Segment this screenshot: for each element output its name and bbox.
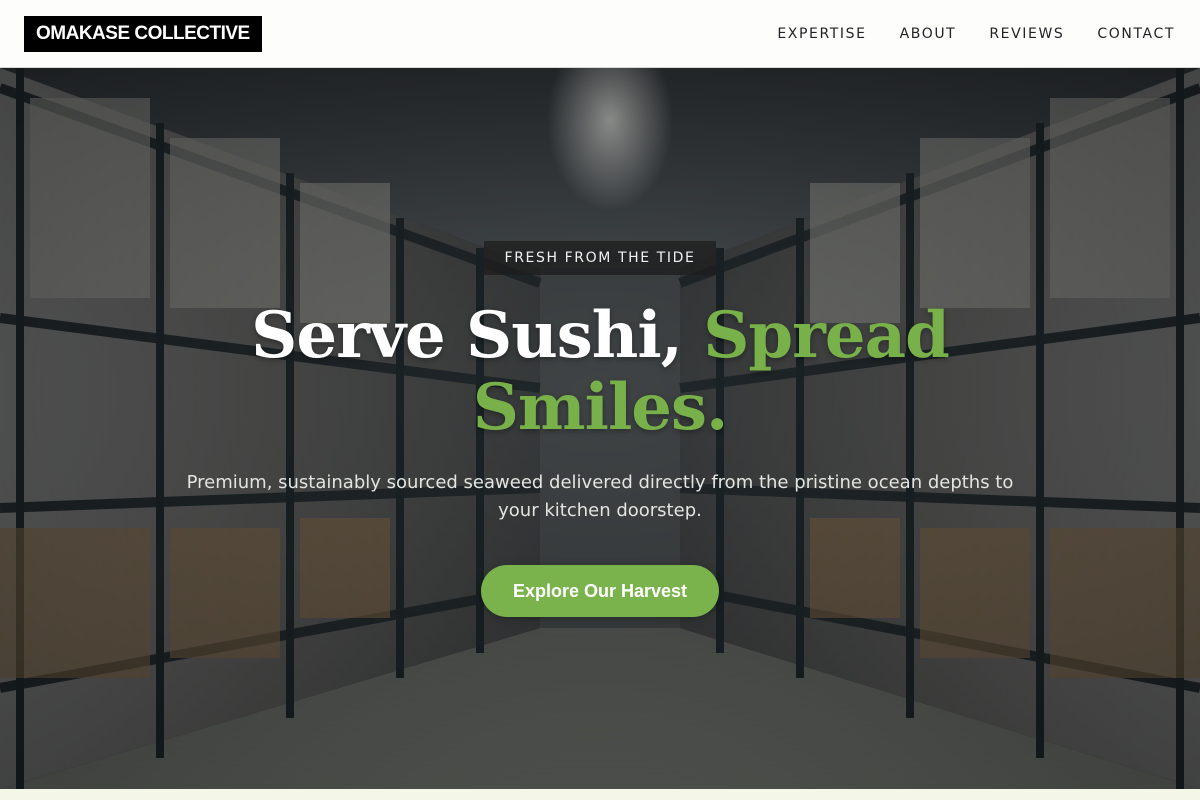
explore-harvest-button[interactable]: Explore Our Harvest (481, 565, 719, 617)
headline-main-text: Serve Sushi, (251, 298, 704, 373)
nav-link-about[interactable]: ABOUT (900, 26, 957, 42)
site-header: OMAKASE COLLECTIVE EXPERTISE ABOUT REVIE… (0, 0, 1200, 68)
nav-link-expertise[interactable]: EXPERTISE (777, 26, 866, 42)
nav-link-reviews[interactable]: REVIEWS (989, 26, 1064, 42)
brand-logo[interactable]: OMAKASE COLLECTIVE (24, 16, 262, 52)
hero-headline: Serve Sushi, Spread Smiles. (200, 300, 1000, 444)
hero-subtitle: Premium, sustainably sourced seaweed del… (186, 472, 1014, 521)
next-section-edge (0, 789, 1200, 800)
main-nav: EXPERTISE ABOUT REVIEWS CONTACT (777, 0, 1175, 68)
hero-section: FRESH FROM THE TIDE Serve Sushi, Spread … (0, 68, 1200, 789)
nav-link-contact[interactable]: CONTACT (1097, 26, 1175, 42)
hero-eyebrow-badge: FRESH FROM THE TIDE (484, 241, 716, 275)
